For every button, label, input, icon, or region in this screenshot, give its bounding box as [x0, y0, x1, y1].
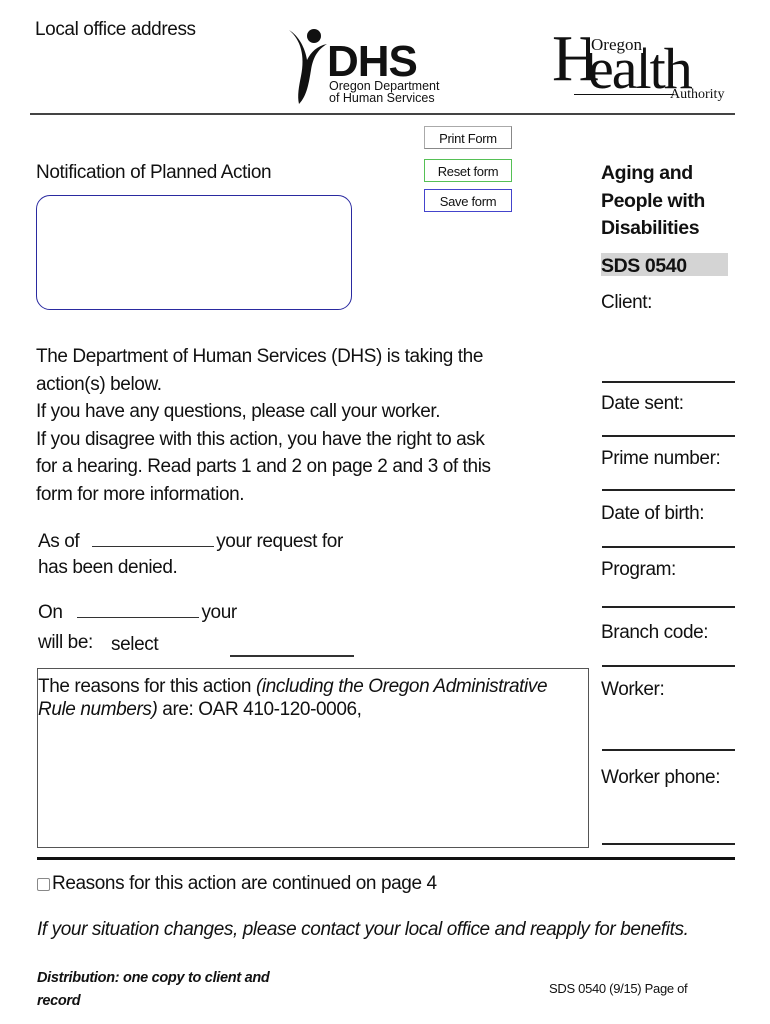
worker-phone-field[interactable]: [602, 843, 735, 845]
change-sentence: On your: [38, 599, 237, 624]
denial-date-field[interactable]: [92, 528, 215, 547]
will-be-select[interactable]: select: [111, 634, 159, 656]
distribution-note: Distribution: one copy to client and rec…: [37, 967, 270, 1013]
situation-note: If your situation changes, please contac…: [37, 919, 689, 940]
reasons-box[interactable]: The reasons for this action (including t…: [37, 668, 589, 848]
worker-phone-label: Worker phone:: [601, 767, 721, 788]
continued-checkbox-row[interactable]: Reasons for this action are continued on…: [37, 873, 437, 895]
reasons-text: The reasons for this action (including t…: [38, 675, 583, 721]
distribution-line: record: [37, 993, 81, 1009]
oha-oregon-text: Oregon: [590, 35, 643, 54]
on-label: On: [38, 602, 63, 623]
as-of-label: As of: [38, 531, 80, 552]
continued-checkbox-label: Reasons for this action are continued on…: [52, 873, 437, 894]
person-figure-icon: [289, 29, 327, 104]
change-date-field[interactable]: [77, 599, 200, 618]
intro-line: for a hearing. Read parts 1 and 2 on pag…: [36, 456, 491, 477]
worker-label: Worker:: [601, 679, 665, 700]
client-label: Client:: [601, 292, 653, 313]
your-label: your: [201, 602, 237, 623]
print-form-button[interactable]: Print Form: [424, 126, 512, 149]
client-field[interactable]: [602, 381, 735, 383]
date-of-birth-label: Date of birth:: [601, 503, 705, 524]
intro-line: action(s) below.: [36, 373, 162, 395]
intro-line: form for more information.: [36, 483, 245, 505]
date-sent-label: Date sent:: [601, 393, 684, 414]
division-heading: Aging and People with Disabilities: [601, 160, 705, 243]
prime-number-field[interactable]: [602, 489, 735, 491]
reasons-prefix: The reasons for this action: [38, 676, 256, 697]
save-form-button[interactable]: Save form: [424, 189, 512, 212]
will-be-label: will be:: [38, 632, 93, 653]
program-field[interactable]: [602, 606, 735, 608]
reasons-suffix: are: OAR 410-120-0006,: [157, 699, 362, 720]
form-id-footer: SDS 0540 (9/15) Page of: [549, 981, 688, 996]
oha-authority-text: Authority: [670, 87, 725, 102]
date-of-birth-field[interactable]: [602, 546, 735, 548]
intro-line: If you disagree with this action, you ha…: [36, 428, 485, 450]
date-sent-field[interactable]: [602, 435, 735, 437]
distribution-line: Distribution: one copy to client and: [37, 970, 270, 986]
intro-line: The Department of Human Services (DHS) i…: [36, 346, 483, 367]
division-heading-line: Aging and: [601, 162, 693, 184]
denial-sentence: As of your request for: [38, 528, 343, 553]
dhs-subtitle-line2: of Human Services: [329, 91, 435, 105]
division-heading-line: Disabilities: [601, 217, 700, 239]
reset-form-button[interactable]: Reset form: [424, 159, 512, 182]
intro-paragraph: The Department of Human Services (DHS) i…: [36, 343, 516, 508]
form-code-badge: SDS 0540: [601, 253, 728, 277]
has-been-denied-label: has been denied.: [38, 557, 178, 578]
intro-line: If you have any questions, please call y…: [36, 401, 441, 422]
oha-logo: H ealth Oregon Authority: [552, 26, 732, 106]
branch-code-field[interactable]: [602, 665, 735, 667]
prime-number-label: Prime number:: [601, 448, 721, 469]
division-heading-line: People with: [601, 189, 705, 212]
dhs-logo: DHS Oregon Department of Human Services: [287, 26, 447, 108]
oha-underline: [574, 94, 674, 95]
worker-field[interactable]: [602, 749, 735, 751]
your-request-for-label: your request for: [216, 531, 343, 552]
branch-code-label: Branch code:: [601, 622, 709, 643]
header-divider: [30, 113, 735, 115]
change-amount-field[interactable]: [230, 655, 354, 657]
form-title: Notification of Planned Action: [36, 162, 272, 183]
notice-text-box[interactable]: [36, 195, 352, 310]
dhs-wordmark: DHS: [327, 37, 418, 86]
continued-checkbox[interactable]: [37, 877, 50, 891]
local-office-address-label: Local office address: [35, 19, 196, 40]
bottom-divider: [37, 857, 735, 860]
program-label: Program:: [601, 559, 676, 580]
